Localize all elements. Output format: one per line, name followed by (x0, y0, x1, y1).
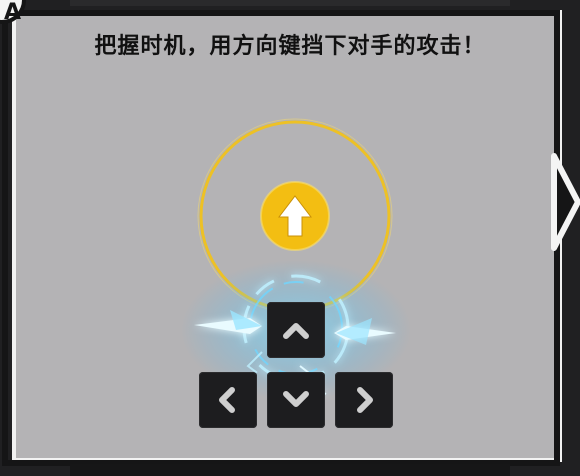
bottom-decoration (70, 464, 510, 476)
key-down[interactable] (267, 372, 325, 428)
chevron-right-icon (357, 387, 373, 413)
key-up[interactable] (267, 302, 325, 358)
prompt-up-button (260, 181, 330, 251)
chevron-down-icon (283, 391, 309, 407)
key-left[interactable] (199, 372, 257, 428)
chevron-left-icon (219, 387, 235, 413)
play-next-icon[interactable] (548, 150, 580, 254)
key-right[interactable] (335, 372, 393, 428)
chevron-up-icon (283, 323, 309, 339)
